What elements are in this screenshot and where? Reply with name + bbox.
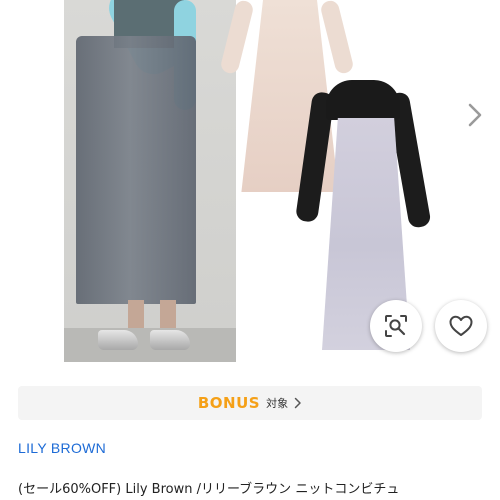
silver-shoe xyxy=(150,330,190,350)
pink-dress-sleeve xyxy=(319,0,355,76)
bonus-eligible-banner[interactable]: BONUS 対象 xyxy=(18,386,482,420)
chevron-right-icon xyxy=(294,397,302,409)
silver-shoe xyxy=(98,330,138,350)
bonus-label: 対象 xyxy=(266,397,289,410)
heart-outline-icon xyxy=(449,315,473,336)
product-image[interactable] xyxy=(0,0,500,372)
bonus-word: BONUS xyxy=(197,394,261,412)
like-button[interactable] xyxy=(435,300,487,352)
chevron-right-icon xyxy=(468,103,482,127)
black-knit-top xyxy=(326,80,400,120)
zoom-search-icon xyxy=(385,315,407,337)
model-photo xyxy=(64,0,236,362)
tulle-skirt xyxy=(76,36,196,304)
product-title: (セール60%OFF) Lily Brown /リリーブラウン ニットコンビチュ xyxy=(18,482,400,497)
brand-link[interactable]: LILY BROWN xyxy=(18,440,106,456)
next-image-button[interactable] xyxy=(458,98,492,132)
zoom-button[interactable] xyxy=(370,300,422,352)
